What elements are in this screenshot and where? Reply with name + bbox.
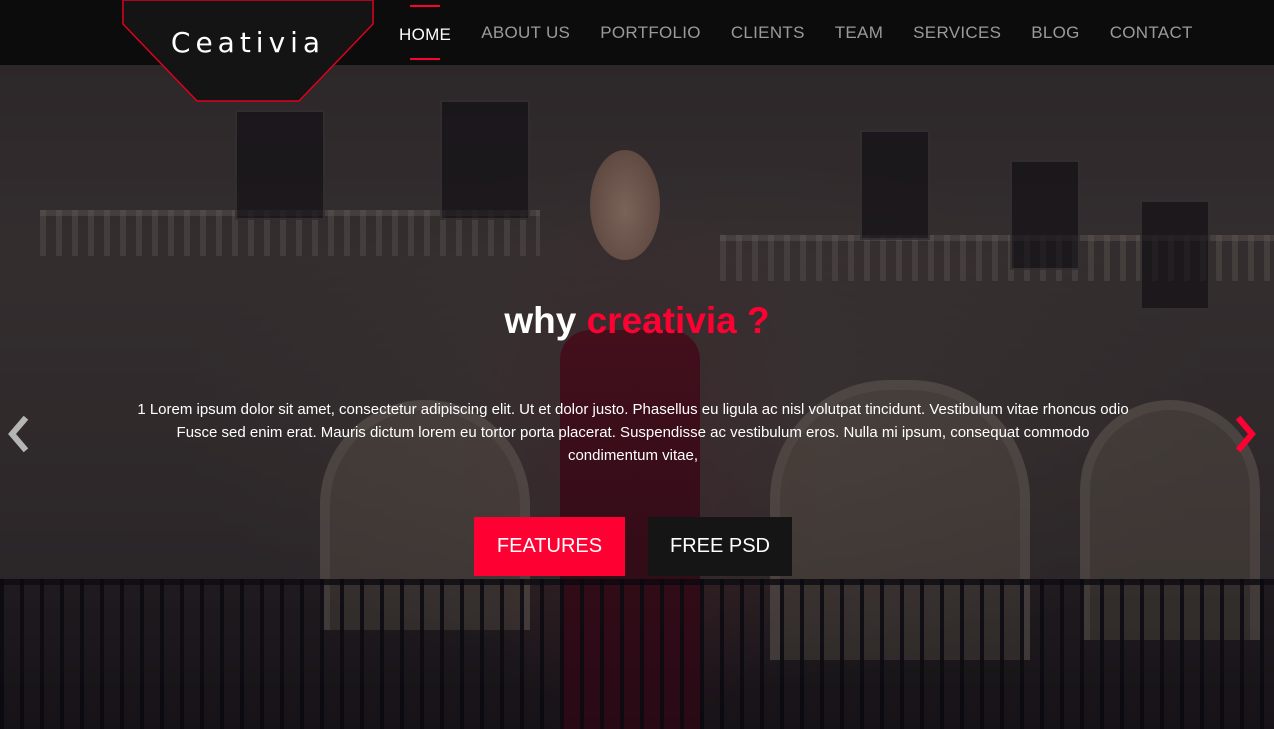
- nav-item-clients[interactable]: CLIENTS: [716, 0, 820, 65]
- nav-item-contact[interactable]: CONTACT: [1095, 0, 1208, 65]
- hero-overlay: [0, 0, 1274, 729]
- slider-prev-button[interactable]: [4, 414, 34, 454]
- chevron-right-icon: [1235, 415, 1256, 453]
- headline-plain: why: [504, 300, 587, 341]
- nav-item-about-us[interactable]: ABOUT US: [466, 0, 585, 65]
- hero-description: 1 Lorem ipsum dolor sit amet, consectetu…: [137, 401, 1129, 464]
- nav-item-services[interactable]: SERVICES: [898, 0, 1016, 65]
- nav-item-portfolio[interactable]: PORTFOLIO: [585, 0, 716, 65]
- nav-item-blog[interactable]: BLOG: [1016, 0, 1094, 65]
- hero-slider: Ceativia HOME ABOUT US PORTFOLIO CLIENTS…: [0, 0, 1274, 729]
- logo-text: Ceativia: [170, 26, 326, 59]
- main-nav: HOME ABOUT US PORTFOLIO CLIENTS TEAM SER…: [384, 0, 1208, 65]
- nav-item-home[interactable]: HOME: [384, 0, 466, 65]
- logo[interactable]: Ceativia: [122, 0, 374, 102]
- chevron-left-icon: [8, 415, 29, 453]
- headline-accent: creativia ?: [586, 300, 770, 341]
- hero-headline: why creativia ?: [0, 300, 1274, 342]
- nav-item-team[interactable]: TEAM: [820, 0, 898, 65]
- slider-next-button[interactable]: [1230, 414, 1260, 454]
- features-button[interactable]: FEATURES: [474, 517, 625, 576]
- free-psd-button[interactable]: FREE PSD: [648, 517, 792, 576]
